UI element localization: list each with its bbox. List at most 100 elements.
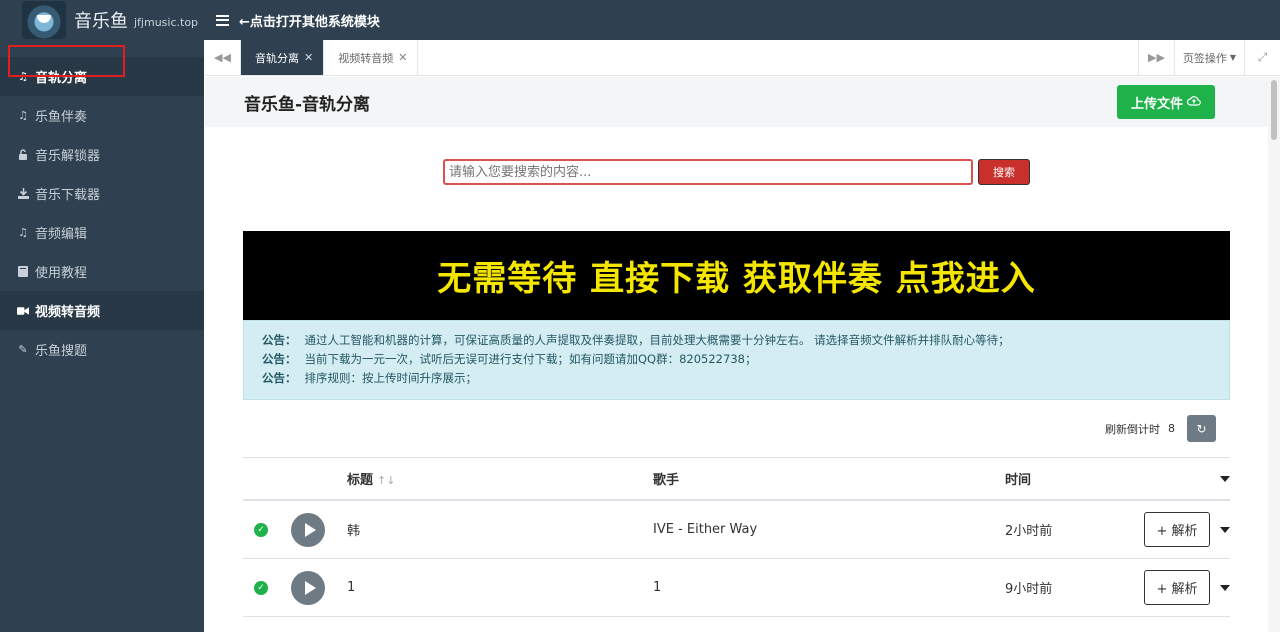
sidebar-item-label: 音乐解锁器 — [35, 149, 101, 164]
notice-label: 公告： — [262, 352, 297, 366]
row-time: 2小时前 — [1005, 524, 1053, 539]
menu-toggle-label: ←点击打开其他系统模块 — [239, 14, 380, 30]
app-domain: jfjmusic.top — [134, 16, 199, 29]
refresh-count: 8 — [1168, 422, 1175, 435]
expand-all-toggle[interactable] — [1210, 475, 1230, 482]
book-icon — [17, 266, 29, 278]
table-header: 标题 ↑↓ 歌手 时间 — [243, 457, 1230, 501]
notice-line: 公告： 通过人工智能和机器的计算，可保证高质量的人声提取及伴奏提取，目前处理大概需… — [262, 331, 1211, 350]
notice-text: 排序规则：按上传时间升序展示； — [304, 371, 478, 385]
close-icon[interactable]: ✕ — [304, 51, 313, 64]
sort-icon[interactable]: ↑↓ — [377, 474, 395, 487]
refresh-button[interactable]: ↻ — [1187, 415, 1216, 442]
banner-text: 无需等待 直接下载 获取伴奏 点我进入 — [437, 259, 1036, 299]
sidebar-item-label: 音频编辑 — [35, 227, 88, 242]
parse-button[interactable]: + 解析 — [1144, 570, 1210, 605]
sidebar-item-question-search[interactable]: ✎ 乐鱼搜题 — [0, 330, 204, 369]
notice-line: 公告： 当前下载为一元一次，试听后无误可进行支付下载；如有问题请加QQ群：8205… — [262, 350, 1211, 369]
tab-scroll-left-button[interactable]: ◀◀ — [205, 40, 241, 75]
page-header: 音乐鱼-音轨分离 上传文件 — [205, 77, 1268, 127]
play-button[interactable] — [291, 512, 325, 547]
search-input[interactable] — [443, 159, 973, 185]
song-table: 标题 ↑↓ 歌手 时间 ✓ 韩 IVE - Either Way 2小时前 + 解… — [243, 457, 1230, 617]
refresh-icon: ↻ — [1196, 421, 1207, 436]
notice-text: 当前下载为一元一次，试听后无误可进行支付下载；如有问题请加QQ群：8205227… — [304, 352, 757, 366]
table-row: ✓ 韩 IVE - Either Way 2小时前 + 解析 — [243, 501, 1230, 559]
tabs-spacer — [418, 40, 1138, 75]
tab-label: 视频转音频 — [338, 51, 394, 65]
page-title: 音乐鱼-音轨分离 — [244, 94, 371, 115]
table-row: ✓ 1 1 9小时前 + 解析 — [243, 559, 1230, 617]
sidebar-item-music-unlocker[interactable]: 音乐解锁器 — [0, 135, 204, 174]
logo-icon — [22, 1, 66, 39]
sidebar-item-label: 视频转音频 — [35, 305, 101, 320]
pencil-icon: ✎ — [18, 343, 28, 356]
top-header: 音乐鱼 jfjmusic.top ←点击打开其他系统模块 — [0, 0, 1280, 40]
sidebar-item-label: 音轨分离 — [35, 71, 88, 86]
vertical-scrollbar[interactable] — [1268, 77, 1280, 632]
cloud-upload-icon — [1186, 95, 1201, 109]
check-circle-icon: ✓ — [254, 522, 268, 537]
column-header-time: 时间 — [1005, 473, 1032, 488]
upload-file-button[interactable]: 上传文件 — [1117, 85, 1215, 119]
caret-down-icon — [1220, 584, 1230, 591]
row-expand-toggle[interactable] — [1210, 526, 1230, 533]
sidebar-item-label: 使用教程 — [35, 266, 88, 281]
sidebar-item-tutorial[interactable]: 使用教程 — [0, 252, 204, 291]
tab-video-to-audio[interactable]: 视频转音频 ✕ — [324, 40, 419, 75]
sidebar-item-audio-editor[interactable]: ♫ 音频编辑 — [0, 213, 204, 252]
menu-toggle-button[interactable]: ←点击打开其他系统模块 — [216, 11, 380, 30]
notice-label: 公告： — [262, 333, 297, 347]
tab-operations-dropdown[interactable]: 页签操作 ▼ — [1174, 40, 1244, 75]
music-note-icon: ♫ — [18, 109, 28, 122]
sidebar-item-accompaniment[interactable]: ♫ 乐鱼伴奏 — [0, 96, 204, 135]
row-expand-toggle[interactable] — [1210, 584, 1230, 591]
column-header-artist: 歌手 — [653, 473, 680, 488]
notice-box: 公告： 通过人工智能和机器的计算，可保证高质量的人声提取及伴奏提取，目前处理大概需… — [243, 320, 1230, 400]
sidebar-item-video-to-audio[interactable]: 视频转音频 — [0, 291, 204, 330]
tab-ops-label: 页签操作 — [1182, 51, 1227, 65]
chevron-down-icon: ▼ — [1229, 53, 1237, 62]
download-icon — [17, 188, 29, 200]
hamburger-icon — [216, 14, 229, 26]
tab-scroll-right-button[interactable]: ▶▶ — [1138, 40, 1174, 75]
music-note-icon: ♫ — [18, 70, 28, 83]
play-button[interactable] — [291, 570, 325, 605]
upload-label: 上传文件 — [1130, 96, 1183, 112]
search-row: 搜索 — [443, 159, 1030, 185]
refresh-label: 刷新倒计时 — [1105, 422, 1160, 436]
sidebar-item-music-downloader[interactable]: 音乐下载器 — [0, 174, 204, 213]
close-icon[interactable]: ✕ — [398, 51, 407, 64]
tab-label: 音轨分离 — [255, 51, 299, 65]
caret-down-icon — [1220, 526, 1230, 533]
row-title: 1 — [347, 580, 356, 595]
logo-area[interactable]: 音乐鱼 jfjmusic.top — [0, 0, 204, 40]
sidebar: ♫ 音轨分离 ♫ 乐鱼伴奏 音乐解锁器 音乐下载器 ♫ 音频编辑 使用教程 视频… — [0, 40, 204, 632]
row-artist: IVE - Either Way — [653, 522, 758, 537]
check-circle-icon: ✓ — [254, 580, 268, 595]
refresh-countdown: 刷新倒计时 8 ↻ — [1105, 415, 1216, 442]
notice-text: 通过人工智能和机器的计算，可保证高质量的人声提取及伴奏提取，目前处理大概需要十分… — [304, 333, 1010, 347]
sidebar-item-label: 音乐下载器 — [35, 188, 101, 203]
main-content: 音乐鱼-音轨分离 上传文件 搜索 无需等待 直接下载 获取伴奏 点我进入 公告：… — [205, 77, 1268, 632]
tabs-bar: ◀◀ 音轨分离 ✕ 视频转音频 ✕ ▶▶ 页签操作 ▼ ⤢ — [205, 40, 1280, 76]
notice-line: 公告： 排序规则：按上传时间升序展示； — [262, 369, 1211, 388]
parse-button[interactable]: + 解析 — [1144, 512, 1210, 547]
search-button[interactable]: 搜索 — [978, 159, 1030, 185]
scrollbar-thumb[interactable] — [1271, 80, 1277, 140]
sidebar-item-track-separation[interactable]: ♫ 音轨分离 — [0, 57, 204, 96]
music-note-icon: ♫ — [18, 226, 28, 239]
sidebar-item-label: 乐鱼伴奏 — [35, 110, 88, 125]
video-camera-icon — [17, 305, 29, 317]
caret-down-icon — [1220, 475, 1230, 482]
app-name: 音乐鱼 — [74, 11, 128, 32]
column-header-title[interactable]: 标题 ↑↓ — [343, 469, 653, 488]
sidebar-item-label: 乐鱼搜题 — [35, 344, 88, 359]
row-artist: 1 — [653, 580, 662, 595]
tab-track-separation[interactable]: 音轨分离 ✕ — [241, 40, 325, 75]
promo-banner[interactable]: 无需等待 直接下载 获取伴奏 点我进入 — [243, 231, 1230, 320]
unlock-icon — [17, 149, 29, 161]
row-time: 9小时前 — [1005, 582, 1053, 597]
fullscreen-icon[interactable]: ⤢ — [1244, 40, 1280, 75]
notice-label: 公告： — [262, 371, 297, 385]
